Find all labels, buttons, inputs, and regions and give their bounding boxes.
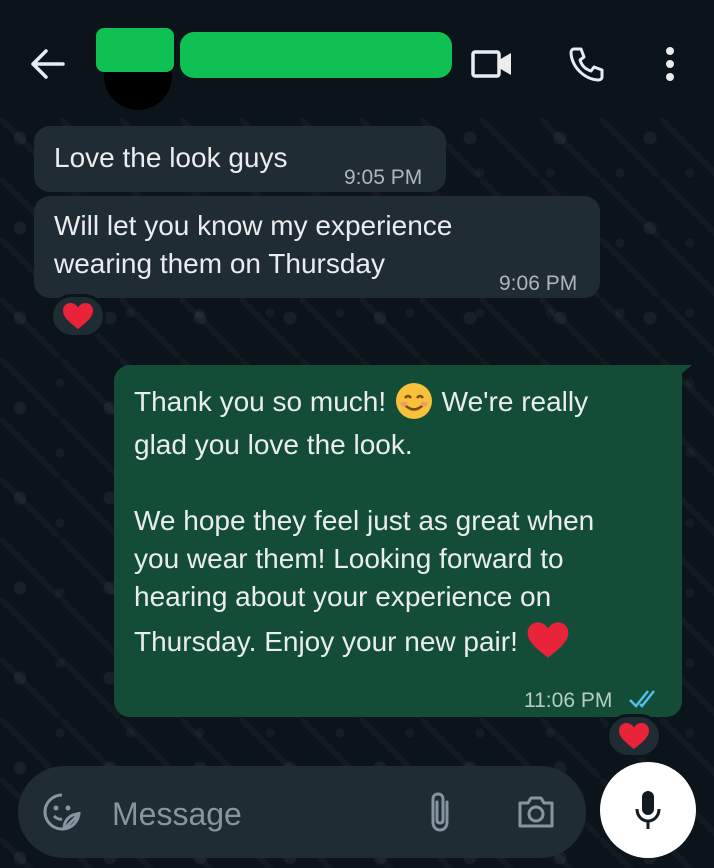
phone-icon[interactable] (565, 42, 609, 86)
message-line: We hope they feel just as great when (134, 505, 595, 536)
message-time: 9:06 PM (499, 272, 578, 295)
sticker-icon[interactable] (40, 790, 84, 834)
heart-icon (619, 723, 649, 749)
message-time: 11:06 PM (524, 689, 613, 712)
video-call-icon[interactable] (470, 42, 514, 86)
incoming-message[interactable]: Will let you know my experience wearing … (34, 196, 600, 298)
message-composer[interactable] (18, 766, 586, 858)
redaction-mark (96, 28, 174, 72)
message-time: 9:05 PM (344, 166, 423, 189)
contact-name-redaction[interactable] (180, 32, 452, 78)
heart-reaction[interactable] (606, 714, 662, 758)
heart-emoji (526, 621, 570, 659)
message-line: Will let you know my experience (54, 210, 453, 241)
attach-icon[interactable] (418, 790, 462, 834)
heart-reaction[interactable] (50, 294, 106, 338)
mic-button[interactable] (600, 762, 696, 858)
message-line: glad you love the look. (134, 429, 413, 460)
message-line: Thursday. Enjoy your new pair! (134, 621, 570, 660)
camera-icon[interactable] (514, 790, 558, 834)
message-line: Thank you so much! We're really (134, 381, 588, 421)
message-text: Love the look guys (54, 142, 288, 173)
message-input[interactable]: Message (112, 796, 242, 833)
smiling-face-emoji (394, 381, 434, 421)
more-vert-icon[interactable] (648, 42, 692, 86)
message-line: wearing them on Thursday (54, 248, 385, 279)
mic-icon (635, 791, 661, 829)
message-line: you wear them! Looking forward to (134, 543, 564, 574)
heart-icon (63, 303, 93, 329)
arrow-left-icon[interactable] (28, 44, 68, 84)
message-line: hearing about your experience on (134, 581, 552, 612)
incoming-message[interactable]: Love the look guys 9:05 PM (34, 126, 446, 192)
contact-avatar[interactable] (96, 28, 180, 110)
chat-header (0, 0, 714, 118)
outgoing-message[interactable]: Thank you so much! We're really glad you… (114, 365, 682, 717)
